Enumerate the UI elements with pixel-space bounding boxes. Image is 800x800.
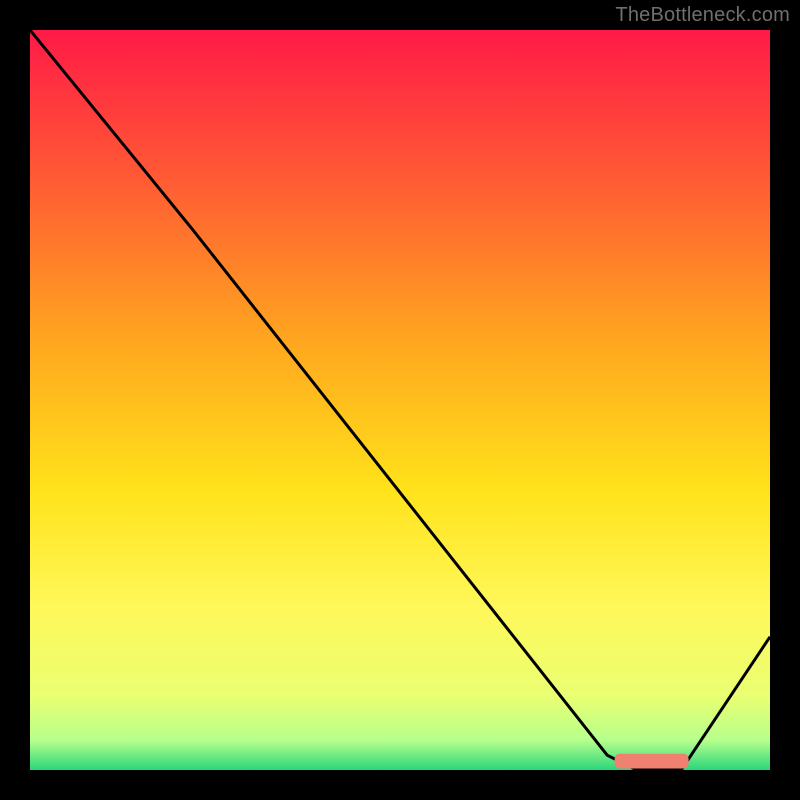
plot-area xyxy=(30,30,770,770)
gradient-background xyxy=(30,30,770,770)
optimal-range-marker xyxy=(615,754,689,769)
watermark-text: TheBottleneck.com xyxy=(615,4,790,27)
chart-frame: TheBottleneck.com xyxy=(0,0,800,800)
plot-svg xyxy=(30,30,770,770)
